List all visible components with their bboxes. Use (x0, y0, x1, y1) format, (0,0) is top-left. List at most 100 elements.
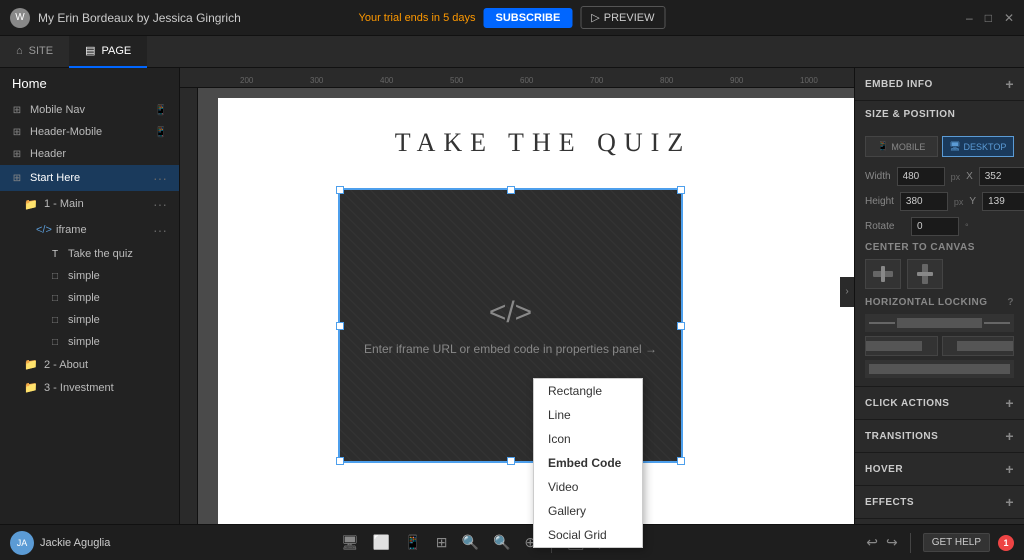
lock-right-cell[interactable] (942, 336, 1015, 356)
lock-option-full[interactable] (865, 314, 1014, 332)
window-maximize[interactable]: □ (985, 11, 992, 25)
ruler-mark-800: 800 (660, 76, 673, 85)
canvas-body: TAKE THE QUIZ </> Enter iframe URL or em… (180, 88, 854, 560)
resize-handle-ml[interactable] (336, 322, 344, 330)
context-item-social-grid[interactable]: Social Grid (534, 523, 642, 547)
context-item-line[interactable]: Line (534, 403, 642, 427)
sidebar-item-simple-4[interactable]: □ simple (0, 331, 179, 353)
divider-2 (910, 533, 911, 553)
tablet-view-button[interactable]: ⬜ (370, 531, 393, 554)
resize-handle-br[interactable] (677, 457, 685, 465)
window-close[interactable]: ✕ (1004, 11, 1014, 25)
preview-button[interactable]: ▷ PREVIEW (580, 6, 665, 29)
iframe-dots[interactable]: ··· (153, 222, 167, 238)
resize-handle-tr[interactable] (677, 186, 685, 194)
resize-handle-tl[interactable] (336, 186, 344, 194)
window-minimize[interactable]: – (966, 11, 973, 25)
hover-header[interactable]: HOVER + (855, 453, 1024, 485)
zoom-out-btn[interactable]: 🔍 (459, 531, 482, 554)
sidebar-item-simple-3[interactable]: □ simple (0, 309, 179, 331)
subscribe-button[interactable]: SUBSCRIBE (484, 8, 573, 28)
width-label: Width (865, 171, 891, 182)
sidebar-item-simple-1[interactable]: □ simple (0, 265, 179, 287)
canvas-area: 200 300 400 500 600 700 800 900 1000 TAK… (180, 68, 854, 560)
lock-full-width[interactable] (865, 360, 1014, 378)
mobile-nav-device-icon: 📱 (155, 105, 167, 116)
main-dots[interactable]: ··· (153, 196, 167, 212)
get-help-button[interactable]: GET HELP (923, 533, 990, 552)
sidebar-item-take-the-quiz[interactable]: T Take the quiz (0, 243, 179, 265)
context-item-gallery[interactable]: Gallery (534, 499, 642, 523)
resize-handle-bl[interactable] (336, 457, 344, 465)
sidebar-item-start-here[interactable]: ⊞ Start Here ··· (0, 165, 179, 191)
investment-folder-icon: 📁 (24, 381, 38, 394)
context-item-rectangle[interactable]: Rectangle (534, 379, 642, 403)
desktop-tab[interactable]: 🖥 DESKTOP (942, 136, 1015, 157)
collapse-handle[interactable]: › (840, 277, 854, 307)
ruler-mark-500: 500 (450, 76, 463, 85)
click-actions-header[interactable]: CLICK ACTIONS + (855, 387, 1024, 419)
simple1-icon: □ (48, 271, 62, 282)
transitions-plus[interactable]: + (1005, 428, 1014, 444)
hover-plus[interactable]: + (1005, 461, 1014, 477)
ruler-mark-600: 600 (520, 76, 533, 85)
context-item-embed-code[interactable]: Embed Code (534, 451, 642, 475)
center-horizontal-button[interactable] (865, 259, 901, 289)
tab-site[interactable]: ⌂ SITE (0, 36, 69, 68)
y-input[interactable] (982, 192, 1024, 211)
start-here-dots[interactable]: ··· (153, 170, 167, 186)
width-input[interactable] (897, 167, 945, 186)
size-position-header[interactable]: SIZE & POSITION (855, 101, 1024, 128)
context-item-icon[interactable]: Icon (534, 427, 642, 451)
sidebar-item-simple-2[interactable]: □ simple (0, 287, 179, 309)
resize-handle-mr[interactable] (677, 322, 685, 330)
center-canvas-buttons (865, 259, 1014, 289)
sidebar-item-1-main[interactable]: 📁 1 - Main ··· (0, 191, 179, 217)
transitions-header[interactable]: TRANSITIONS + (855, 420, 1024, 452)
mobile-view-button[interactable]: 📱 (401, 531, 424, 554)
bottom-bar: JA Jackie Aguglia 🖥 ⬜ 📱 ⊞ 🔍 🔍 ⊕ 🖼 ▶ ⊕ ↩ … (0, 524, 1024, 560)
simple2-icon: □ (48, 293, 62, 304)
grid-button[interactable]: ⊞ (433, 531, 451, 554)
center-vertical-button[interactable] (907, 259, 943, 289)
help-badge: 1 (998, 535, 1014, 551)
resize-handle-tc[interactable] (507, 186, 515, 194)
embed-info-header[interactable]: EMBED INFO + (855, 68, 1024, 100)
context-item-video[interactable]: Video (534, 475, 642, 499)
hover-label: HOVER (865, 464, 903, 475)
collapse-arrow-icon: › (845, 286, 848, 297)
mobile-tab-label: MOBILE (891, 142, 925, 152)
simple2-label: simple (68, 292, 100, 304)
right-panel: EMBED INFO + SIZE & POSITION 📱 MOBILE 🖥 … (854, 68, 1024, 560)
sidebar-items: ⊞ Mobile Nav 📱 ⊞ Header-Mobile 📱 ⊞ Heade… (0, 99, 179, 560)
section-effects: EFFECTS + (855, 486, 1024, 519)
sidebar-item-mobile-nav[interactable]: ⊞ Mobile Nav 📱 (0, 99, 179, 121)
page-icon: ▤ (85, 44, 95, 57)
click-actions-plus[interactable]: + (1005, 395, 1014, 411)
resize-handle-bc[interactable] (507, 457, 515, 465)
x-input[interactable] (979, 167, 1024, 186)
effects-header[interactable]: EFFECTS + (855, 486, 1024, 518)
sidebar-item-header-mobile[interactable]: ⊞ Header-Mobile 📱 (0, 121, 179, 143)
sidebar-item-2-about[interactable]: 📁 2 - About (0, 353, 179, 376)
desktop-view-button[interactable]: 🖥 (338, 531, 362, 554)
rotate-input[interactable] (911, 217, 959, 236)
main-folder-icon: 📁 (24, 198, 38, 211)
redo-button[interactable]: ↪ (886, 534, 898, 551)
tab-page[interactable]: ▤ PAGE (69, 36, 147, 68)
sidebar-item-iframe[interactable]: </> iframe ··· (0, 217, 179, 243)
embed-info-plus[interactable]: + (1005, 76, 1014, 92)
sidebar-item-header[interactable]: ⊞ Header (0, 143, 179, 165)
undo-button[interactable]: ↩ (866, 534, 878, 551)
mobile-tab-icon: 📱 (877, 141, 888, 152)
effects-plus[interactable]: + (1005, 494, 1014, 510)
mobile-tab[interactable]: 📱 MOBILE (865, 136, 938, 157)
canvas-content[interactable]: TAKE THE QUIZ </> Enter iframe URL or em… (198, 88, 854, 560)
zoom-in-btn[interactable]: 🔍 (490, 531, 513, 554)
sidebar-item-3-investment[interactable]: 📁 3 - Investment (0, 376, 179, 399)
quiz-label: Take the quiz (68, 248, 133, 260)
ruler-mark-700: 700 (590, 76, 603, 85)
height-input[interactable] (900, 192, 948, 211)
device-tabs: 📱 MOBILE 🖥 DESKTOP (865, 136, 1014, 157)
lock-left-cell[interactable] (865, 336, 938, 356)
